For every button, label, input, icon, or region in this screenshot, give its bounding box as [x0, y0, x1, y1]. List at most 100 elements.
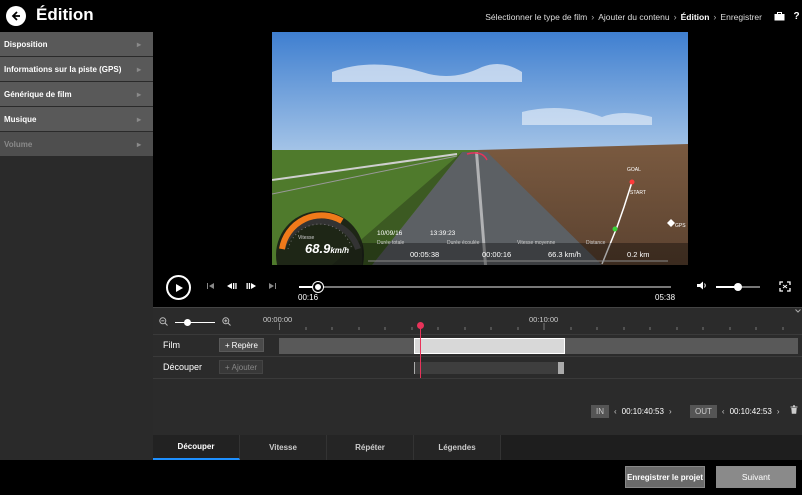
help-icon[interactable]: ?	[791, 11, 802, 22]
back-button[interactable]	[6, 6, 26, 26]
chevron-right-icon: ›	[713, 12, 717, 22]
elapsed-duration-value: 00:00:16	[482, 250, 512, 259]
skip-end-icon[interactable]	[268, 282, 277, 290]
volume-icon[interactable]	[697, 281, 707, 292]
avg-speed-value: 66.3 km/h	[548, 250, 581, 259]
chevron-right-icon: ▸	[136, 139, 141, 149]
film-track: Film + Repère	[153, 334, 802, 356]
seek-handle[interactable]	[312, 282, 323, 292]
breadcrumb-edit: Édition	[680, 12, 710, 22]
zoom-handle[interactable]	[184, 319, 191, 326]
out-time-value: 00:10:42:53	[729, 406, 772, 416]
volume-handle[interactable]	[734, 283, 742, 291]
save-project-button[interactable]: Enregistrer le projet	[625, 466, 705, 488]
elapsed-duration-label: Durée écoulée	[447, 240, 480, 246]
playhead-line	[420, 326, 421, 378]
chevron-right-icon: ›	[591, 12, 595, 22]
fullscreen-icon[interactable]	[779, 281, 791, 292]
gps-label: GPS	[675, 223, 686, 229]
volume-slider[interactable]	[716, 283, 760, 291]
distance-value: 0.2 km	[627, 250, 650, 259]
cut-end-handle[interactable]	[558, 362, 564, 374]
distance-label: Distance	[586, 240, 606, 246]
sidebar-item-volume: Volume ▸	[0, 132, 153, 156]
header-bar: Édition Sélectionner le type de film › A…	[0, 0, 802, 32]
speed-value: 68.9km/h	[305, 241, 349, 256]
play-icon	[174, 283, 184, 293]
time-ruler[interactable]	[279, 323, 799, 331]
cut-segment[interactable]	[414, 362, 558, 374]
cut-track: Découper + Ajouter	[153, 356, 802, 378]
current-time: 00:16	[298, 293, 319, 302]
skip-start-icon[interactable]	[206, 282, 215, 290]
total-duration-label: Durée totale	[377, 240, 405, 246]
film-track-label: Film	[163, 340, 180, 350]
panel-scroll-icon[interactable]	[795, 309, 801, 316]
sidebar-item-credits[interactable]: Générique de film ▸	[0, 82, 153, 106]
sidebar-item-disposition[interactable]: Disposition ▸	[0, 32, 153, 56]
breadcrumb: Sélectionner le type de film › Ajouter d…	[485, 12, 762, 22]
zoom-out-icon[interactable]	[159, 317, 168, 328]
in-next-icon[interactable]: ›	[664, 407, 677, 416]
chevron-right-icon: ›	[673, 12, 677, 22]
tab-repeter[interactable]: Répéter	[327, 435, 414, 460]
tab-decouper[interactable]: Découper	[153, 435, 240, 460]
sidebar-item-label: Disposition	[4, 39, 48, 49]
speedometer-gauge	[274, 205, 366, 265]
in-label[interactable]: IN	[591, 404, 609, 418]
map-goal-label: GOAL	[627, 167, 641, 173]
briefcase-icon[interactable]	[774, 11, 785, 21]
step-back-icon[interactable]	[226, 282, 237, 290]
out-point-control: OUT ‹ 00:10:42:53 ›	[690, 404, 785, 418]
step-forward-icon[interactable]	[246, 282, 257, 290]
map-start-label: START	[630, 190, 646, 196]
tab-legendes[interactable]: Légendes	[414, 435, 501, 460]
sidebar-item-label: Générique de film	[4, 89, 72, 99]
seek-bar[interactable]	[299, 282, 671, 292]
video-preview[interactable]: GOAL START GPS Vitesse 68.9km/h 10/09/16…	[272, 32, 688, 265]
clock-value: 13:39:23	[430, 230, 456, 237]
add-cut-button[interactable]: + Ajouter	[219, 360, 264, 374]
total-duration-value: 00:05:38	[410, 250, 440, 259]
sidebar: Disposition ▸ Informations sur la piste …	[0, 32, 153, 460]
chevron-right-icon: ▸	[136, 64, 141, 74]
chevron-right-icon: ▸	[136, 89, 141, 99]
sidebar-item-label: Volume	[4, 139, 33, 149]
in-time-value: 00:10:40:53	[621, 406, 664, 416]
trash-icon[interactable]	[790, 405, 798, 416]
breadcrumb-save[interactable]: Enregistrer	[720, 12, 762, 22]
sidebar-item-gps[interactable]: Informations sur la piste (GPS) ▸	[0, 57, 153, 81]
out-prev-icon[interactable]: ‹	[717, 407, 730, 416]
sidebar-item-label: Informations sur la piste (GPS)	[4, 64, 122, 74]
page-title: Édition	[36, 5, 94, 24]
timeline-panel: 00:00:00 00:10:00 Film + Repère Découper …	[153, 307, 802, 435]
in-point-control: IN ‹ 00:10:40:53 ›	[591, 404, 677, 418]
next-button[interactable]: Suivant	[716, 466, 796, 488]
back-arrow-icon	[10, 10, 22, 22]
timeline-empty-row	[153, 378, 802, 386]
plus-icon: +	[225, 340, 230, 350]
tab-vitesse[interactable]: Vitesse	[240, 435, 327, 460]
breadcrumb-select-type[interactable]: Sélectionner le type de film	[485, 12, 587, 22]
plus-icon: +	[225, 362, 230, 372]
out-next-icon[interactable]: ›	[772, 407, 785, 416]
sidebar-item-label: Musique	[4, 114, 37, 124]
chevron-right-icon: ▸	[136, 114, 141, 124]
cut-track-label: Découper	[163, 362, 203, 372]
date-value: 10/09/16	[377, 230, 403, 237]
sidebar-item-music[interactable]: Musique ▸	[0, 107, 153, 131]
breadcrumb-add-content[interactable]: Ajouter du contenu	[598, 12, 669, 22]
zoom-slider[interactable]	[175, 319, 215, 326]
film-selection[interactable]	[414, 338, 565, 354]
footer-bar: Enregistrer le projet Suivant	[0, 460, 802, 495]
avg-speed-label: Vitesse moyenne	[517, 240, 556, 246]
total-time: 05:38	[655, 293, 676, 302]
play-button[interactable]	[166, 275, 191, 300]
chevron-right-icon: ▸	[136, 39, 141, 49]
add-marker-button[interactable]: + Repère	[219, 338, 264, 352]
playhead-handle[interactable]	[417, 322, 424, 329]
edit-tabs: Découper Vitesse Répéter Légendes	[153, 435, 802, 460]
in-prev-icon[interactable]: ‹	[609, 407, 622, 416]
out-label[interactable]: OUT	[690, 404, 717, 418]
zoom-in-icon[interactable]	[222, 317, 231, 328]
